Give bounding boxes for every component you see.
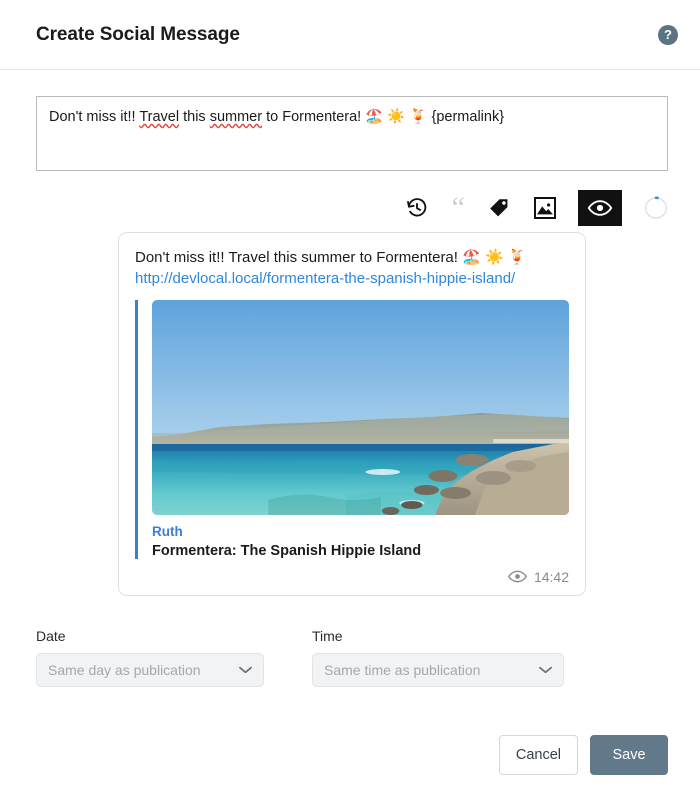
preview-time: 14:42	[533, 568, 569, 585]
compose-text-part: to Formentera!	[262, 109, 366, 125]
date-select[interactable]: Same day as publication	[36, 653, 264, 687]
compose-text-part: this	[179, 109, 210, 125]
date-select-value: Same day as publication	[48, 662, 201, 678]
time-select-value: Same time as publication	[324, 662, 481, 678]
schedule-row: Date Same day as publication Time Same t…	[36, 628, 668, 687]
misspelled-word-travel: Travel	[139, 109, 180, 125]
dialog-footer: Cancel Save	[36, 735, 668, 775]
tag-icon[interactable]	[486, 195, 512, 221]
misspelled-word-summer: summer	[209, 109, 263, 125]
preview-toggle-icon[interactable]	[578, 190, 622, 226]
message-preview-card: Don't miss it!! Travel this summer to Fo…	[118, 232, 586, 596]
chevron-down-icon	[539, 666, 552, 674]
preview-message-text: Don't miss it!! Travel this summer to Fo…	[135, 247, 569, 290]
time-select[interactable]: Same time as publication	[312, 653, 564, 687]
dialog-header: Create Social Message ?	[0, 0, 700, 70]
time-field: Time Same time as publication	[312, 628, 564, 687]
embed-author[interactable]: Ruth	[152, 524, 569, 539]
help-icon[interactable]: ?	[658, 24, 678, 45]
compose-toolbar: “	[36, 188, 668, 228]
preview-message-body: Don't miss it!! Travel this summer to Fo…	[135, 249, 527, 266]
eye-icon	[507, 570, 527, 583]
date-label: Date	[36, 628, 66, 644]
preview-meta: 14:42	[135, 569, 569, 585]
preview-permalink[interactable]: http://devlocal.local/formentera-the-spa…	[135, 270, 515, 287]
compose-emojis: 🏖️ ☀️ 🍹	[365, 109, 428, 125]
chevron-down-icon	[239, 666, 252, 674]
cancel-button[interactable]: Cancel	[498, 735, 578, 775]
page-title: Create Social Message	[36, 23, 240, 45]
link-embed: Ruth Formentera: The Spanish Hippie Isla…	[135, 299, 569, 559]
embed-title: Formentera: The Spanish Hippie Island	[152, 542, 422, 559]
history-icon[interactable]	[404, 195, 430, 221]
image-icon[interactable]	[534, 197, 556, 219]
message-input[interactable]: Don't miss it!! Travel this summer to Fo…	[36, 96, 668, 171]
time-label: Time	[312, 628, 343, 644]
save-button[interactable]: Save	[590, 735, 668, 775]
embed-thumbnail	[152, 299, 569, 515]
permalink-token: {permalink}	[427, 109, 505, 125]
message-compose-area: Don't miss it!! Travel this summer to Fo…	[36, 96, 668, 171]
create-social-message-dialog: Create Social Message ? Don't miss it!! …	[0, 0, 700, 803]
date-field: Date Same day as publication	[36, 628, 264, 687]
character-counter-ring[interactable]	[644, 196, 668, 220]
compose-text-part: Don't miss it!!	[49, 109, 140, 125]
